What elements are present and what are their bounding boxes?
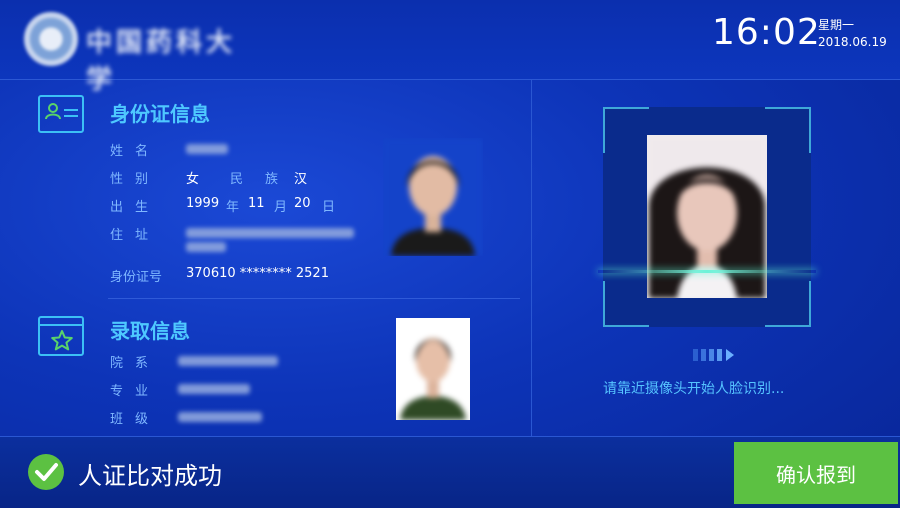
clock-time: 16:02 xyxy=(712,12,821,53)
major-value-redacted xyxy=(178,384,250,394)
id-number-label: 身份证号 xyxy=(110,270,163,285)
viewfinder-corner xyxy=(603,281,649,327)
gender-value: 女 xyxy=(186,172,200,187)
university-name: 中国药科大学 xyxy=(86,28,237,95)
class-label: 班级 xyxy=(110,412,161,427)
weekday-label: 星期一 xyxy=(818,18,855,32)
university-logo xyxy=(24,12,78,66)
ethnicity-label: 民族 xyxy=(230,172,301,187)
address-value-redacted-2 xyxy=(186,242,226,252)
admission-info-title: 录取信息 xyxy=(110,319,190,343)
viewfinder-corner xyxy=(603,107,649,153)
birth-month: 11 xyxy=(248,196,265,211)
class-value-redacted xyxy=(178,412,262,422)
progress-arrow-icon xyxy=(693,349,734,361)
admission-certificate-icon xyxy=(38,316,84,356)
confirm-checkin-button[interactable]: 确认报到 xyxy=(734,442,898,504)
id-card-icon xyxy=(38,95,84,133)
admission-photo xyxy=(396,318,470,420)
birth-month-unit: 月 xyxy=(274,200,288,215)
id-number-value: 370610 ******** 2521 xyxy=(186,266,329,281)
viewfinder-corner xyxy=(765,281,811,327)
birth-day: 20 xyxy=(294,196,311,211)
face-recognition-hint: 请靠近摄像头开始人脸识别... xyxy=(603,381,785,397)
id-card-photo xyxy=(383,138,483,256)
name-label: 姓名 xyxy=(110,144,161,159)
birth-year-unit: 年 xyxy=(226,200,240,215)
scan-line xyxy=(598,270,816,273)
major-label: 专业 xyxy=(110,384,161,399)
camera-face-capture xyxy=(647,135,767,298)
verification-result: 人证比对成功 xyxy=(78,462,222,490)
birth-label: 出生 xyxy=(110,200,161,215)
section-divider xyxy=(108,298,520,299)
address-value-redacted xyxy=(186,228,354,238)
gender-label: 性别 xyxy=(110,172,161,187)
birth-year: 1999 xyxy=(186,196,220,211)
address-label: 住址 xyxy=(110,228,161,243)
face-verification-screen: 中国药科大学 16:02 星期一 2018.06.19 身份证信息 姓名 性别 … xyxy=(0,0,900,508)
name-value-redacted xyxy=(186,144,228,154)
department-label: 院系 xyxy=(110,356,161,371)
viewfinder-corner xyxy=(765,107,811,153)
department-value-redacted xyxy=(178,356,278,366)
id-info-title: 身份证信息 xyxy=(110,102,210,126)
date-label: 2018.06.19 xyxy=(818,35,887,49)
birth-day-unit: 日 xyxy=(322,200,336,215)
success-check-icon xyxy=(28,454,64,490)
ethnicity-value: 汉 xyxy=(294,172,308,187)
